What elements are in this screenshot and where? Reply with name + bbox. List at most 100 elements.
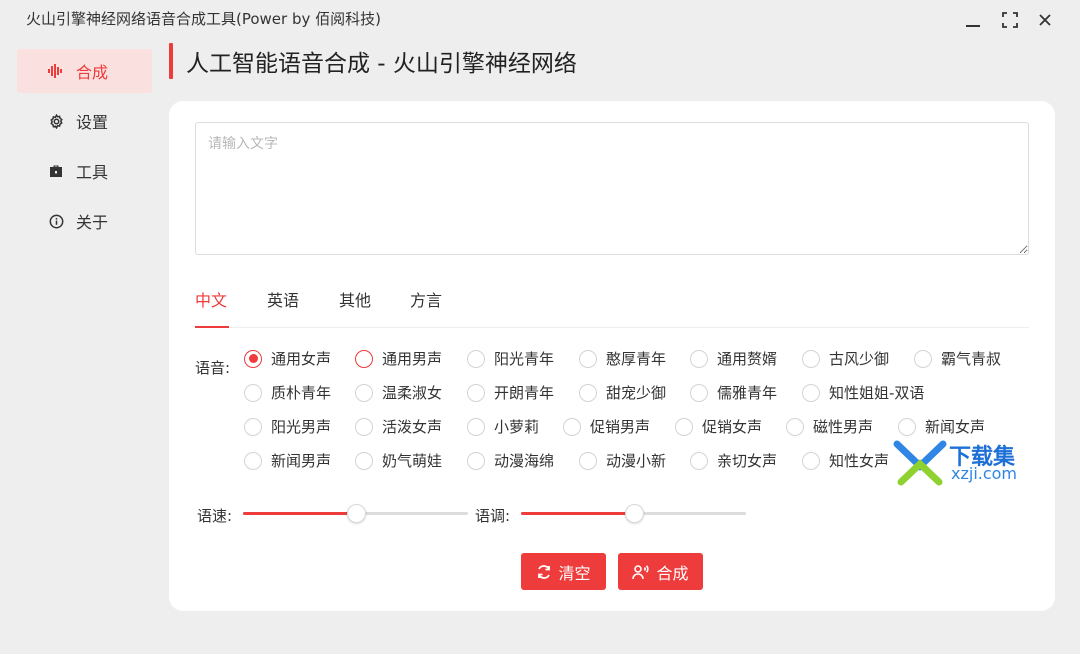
voice-option-label: 儒雅青年 xyxy=(717,384,778,402)
voice-option-label: 质朴青年 xyxy=(271,384,332,402)
tab-label: 中文 xyxy=(195,291,228,310)
radio-button[interactable] xyxy=(579,349,597,368)
voice-option[interactable]: 新闻男声 xyxy=(244,450,331,471)
synthesize-button-label: 合成 xyxy=(656,563,689,583)
tab-english[interactable]: 英语 xyxy=(267,287,299,311)
radio-button[interactable] xyxy=(802,383,820,402)
radio-button[interactable] xyxy=(467,417,485,436)
radio-button[interactable] xyxy=(802,349,820,368)
voice-option-label: 知性姐姐-双语 xyxy=(829,384,925,402)
radio-button[interactable] xyxy=(244,383,262,402)
clear-button-label: 清空 xyxy=(558,563,591,583)
voice-option[interactable]: 阳光男声 xyxy=(244,416,331,437)
minimize-button[interactable] xyxy=(960,8,986,32)
voice-option[interactable]: 活泼女声 xyxy=(355,416,442,437)
voice-option-label: 动漫小新 xyxy=(606,452,667,470)
slider-thumb[interactable] xyxy=(347,504,366,523)
voice-option[interactable]: 甜宠少御 xyxy=(579,382,666,403)
radio-button[interactable] xyxy=(898,417,916,436)
text-input[interactable] xyxy=(195,122,1029,255)
slider-fill xyxy=(521,512,634,515)
tab-dialect[interactable]: 方言 xyxy=(410,287,442,311)
voice-option[interactable]: 动漫小新 xyxy=(579,450,666,471)
voice-option[interactable]: 温柔淑女 xyxy=(355,382,442,403)
voice-option-label: 阳光青年 xyxy=(494,350,555,368)
voice-option[interactable]: 通用男声 xyxy=(355,348,442,369)
sidebar-item-tools[interactable]: 工具 xyxy=(17,149,152,193)
tab-other[interactable]: 其他 xyxy=(339,287,371,311)
radio-button[interactable] xyxy=(579,451,597,470)
voice-option-label: 亲切女声 xyxy=(717,452,778,470)
radio-button[interactable] xyxy=(355,383,373,402)
voice-option-label: 开朗青年 xyxy=(494,384,555,402)
clear-button[interactable]: 清空 xyxy=(521,553,606,590)
voice-option[interactable]: 动漫海绵 xyxy=(467,450,554,471)
radio-button[interactable] xyxy=(244,349,262,368)
radio-button[interactable] xyxy=(467,383,485,402)
radio-button[interactable] xyxy=(802,451,820,470)
pitch-label: 语调: xyxy=(475,507,511,525)
watermark: 下载集 xzji.com xyxy=(893,436,1033,486)
voice-option[interactable]: 古风少御 xyxy=(802,348,889,369)
voice-option-label: 奶气萌娃 xyxy=(382,452,443,470)
voice-option-label: 甜宠少御 xyxy=(606,384,667,402)
radio-button[interactable] xyxy=(244,451,262,470)
radio-button[interactable] xyxy=(675,417,693,436)
radio-button[interactable] xyxy=(690,383,708,402)
radio-button[interactable] xyxy=(690,349,708,368)
radio-button[interactable] xyxy=(579,383,597,402)
sidebar-item-synthesize[interactable]: 合成 xyxy=(17,49,152,93)
voice-option[interactable]: 亲切女声 xyxy=(690,450,777,471)
voice-option-label: 小萝莉 xyxy=(494,418,540,436)
voice-option-label: 新闻女声 xyxy=(925,418,986,436)
voice-option-label: 活泼女声 xyxy=(382,418,443,436)
voice-option[interactable]: 小萝莉 xyxy=(467,416,539,437)
radio-button[interactable] xyxy=(467,451,485,470)
pitch-slider[interactable] xyxy=(521,503,746,523)
voice-option[interactable]: 霸气青叔 xyxy=(914,348,1001,369)
page-header: 人工智能语音合成 - 火山引擎神经网络 xyxy=(169,42,577,80)
sidebar-item-about[interactable]: 关于 xyxy=(17,199,152,243)
voice-option[interactable]: 通用女声 xyxy=(244,348,331,369)
slider-thumb[interactable] xyxy=(625,504,644,523)
close-button[interactable] xyxy=(1032,8,1058,32)
voice-option[interactable]: 奶气萌娃 xyxy=(355,450,442,471)
voice-option[interactable]: 开朗青年 xyxy=(467,382,554,403)
speed-slider[interactable] xyxy=(243,503,468,523)
close-icon xyxy=(1039,14,1051,26)
slider-fill xyxy=(243,512,356,515)
voice-option[interactable]: 促销女声 xyxy=(675,416,762,437)
voice-user-icon xyxy=(632,564,650,579)
radio-button[interactable] xyxy=(355,417,373,436)
radio-button[interactable] xyxy=(690,451,708,470)
radio-button[interactable] xyxy=(914,349,932,368)
tab-label: 方言 xyxy=(410,291,443,310)
tab-chinese[interactable]: 中文 xyxy=(195,287,227,311)
voice-option[interactable]: 阳光青年 xyxy=(467,348,554,369)
watermark-domain: xzji.com xyxy=(951,464,1018,483)
voice-option[interactable]: 知性女声 xyxy=(802,450,889,471)
voice-option[interactable]: 知性姐姐-双语 xyxy=(802,382,924,403)
info-icon xyxy=(48,213,64,229)
voice-option-label: 霸气青叔 xyxy=(941,350,1002,368)
radio-button[interactable] xyxy=(244,417,262,436)
radio-button[interactable] xyxy=(563,417,581,436)
waveform-icon xyxy=(48,63,64,79)
maximize-button[interactable] xyxy=(997,8,1023,32)
voice-option[interactable]: 儒雅青年 xyxy=(690,382,777,403)
voice-option-label: 知性女声 xyxy=(829,452,890,470)
radio-button[interactable] xyxy=(355,349,373,368)
voice-option[interactable]: 通用赘婿 xyxy=(690,348,777,369)
radio-button[interactable] xyxy=(786,417,804,436)
sidebar-item-settings[interactable]: 设置 xyxy=(17,99,152,143)
voice-option[interactable]: 新闻女声 xyxy=(898,416,985,437)
voice-option[interactable]: 憨厚青年 xyxy=(579,348,666,369)
synthesize-button[interactable]: 合成 xyxy=(618,553,703,590)
voice-option[interactable]: 磁性男声 xyxy=(786,416,873,437)
refresh-icon xyxy=(538,564,551,579)
voice-option[interactable]: 促销男声 xyxy=(563,416,650,437)
radio-button[interactable] xyxy=(467,349,485,368)
voice-option-label: 新闻男声 xyxy=(271,452,332,470)
voice-option[interactable]: 质朴青年 xyxy=(244,382,331,403)
radio-button[interactable] xyxy=(355,451,373,470)
